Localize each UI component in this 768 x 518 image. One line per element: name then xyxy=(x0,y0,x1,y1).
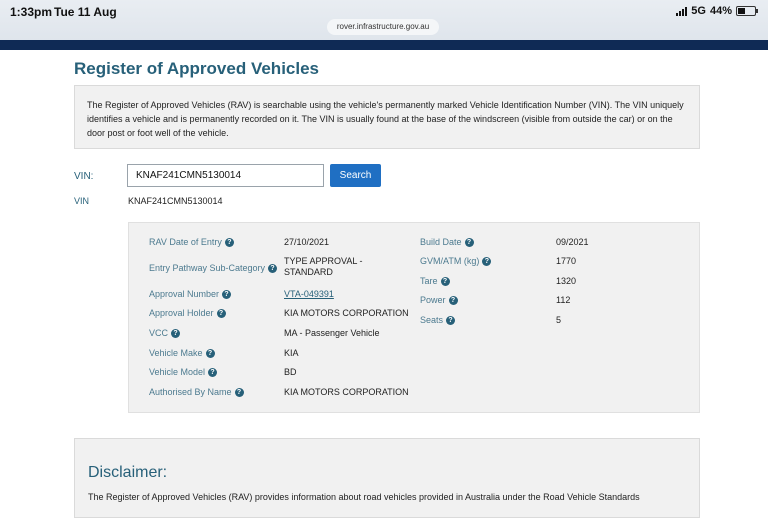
detail-label-authorised-by: Authorised By Name? xyxy=(149,387,244,397)
detail-label-rav-date: RAV Date of Entry? xyxy=(149,237,234,247)
detail-label-vehicle-model: Vehicle Model? xyxy=(149,367,218,377)
detail-label-entry-pathway: Entry Pathway Sub-Category? xyxy=(149,263,278,273)
status-time: 1:33pm xyxy=(10,5,53,19)
status-bar: 1:33pm Tue 11 Aug 5G 44% rover.infrastru… xyxy=(0,0,768,40)
approval-number-link[interactable]: VTA-049391 xyxy=(284,289,334,299)
info-icon[interactable]: ? xyxy=(446,315,456,325)
info-icon[interactable]: ? xyxy=(440,276,450,286)
info-icon[interactable]: ? xyxy=(171,328,181,338)
detail-value-tare: 1320 xyxy=(556,276,577,286)
status-right: 5G 44% xyxy=(676,5,758,17)
info-icon[interactable]: ? xyxy=(224,237,234,247)
detail-value-approval-holder: KIA MOTORS CORPORATION xyxy=(284,308,409,318)
detail-value-vehicle-model: BD xyxy=(284,367,297,377)
detail-label-approval-number: Approval Number? xyxy=(149,289,232,299)
disclaimer-box: Disclaimer: The Register of Approved Veh… xyxy=(74,438,700,518)
address-bar[interactable]: rover.infrastructure.gov.au xyxy=(327,19,439,35)
detail-value-gvm: 1770 xyxy=(556,256,577,266)
battery-icon xyxy=(736,6,758,16)
info-icon[interactable]: ? xyxy=(222,289,232,299)
intro-box: The Register of Approved Vehicles (RAV) … xyxy=(74,85,700,149)
detail-value-entry-pathway: TYPE APPROVAL - STANDARD xyxy=(284,256,363,277)
result-vin-label: VIN xyxy=(74,196,90,206)
detail-value-build-date: 09/2021 xyxy=(556,237,589,247)
page-title: Register of Approved Vehicles xyxy=(74,59,319,78)
detail-value-rav-date: 27/10/2021 xyxy=(284,237,330,247)
network-label: 5G xyxy=(691,5,706,17)
search-button[interactable]: Search xyxy=(330,164,381,187)
vehicle-details-panel: RAV Date of Entry? 27/10/2021 Entry Path… xyxy=(128,222,700,413)
site-banner xyxy=(0,40,768,50)
detail-value-vehicle-make: KIA xyxy=(284,348,299,358)
detail-label-tare: Tare? xyxy=(420,276,450,286)
vin-search-input[interactable] xyxy=(127,164,324,187)
disclaimer-text: The Register of Approved Vehicles (RAV) … xyxy=(88,492,640,502)
detail-label-vcc: VCC? xyxy=(149,328,181,338)
info-icon[interactable]: ? xyxy=(208,367,218,377)
battery-percent: 44% xyxy=(709,5,732,17)
status-date: Tue 11 Aug xyxy=(54,5,117,19)
info-icon[interactable]: ? xyxy=(448,295,458,305)
info-icon[interactable]: ? xyxy=(216,308,226,318)
detail-value-authorised-by: KIA MOTORS CORPORATION xyxy=(284,387,409,397)
detail-value-vcc: MA - Passenger Vehicle xyxy=(284,328,380,338)
detail-value-approval-number: VTA-049391 xyxy=(284,289,334,300)
detail-value-seats: 5 xyxy=(556,315,562,325)
vin-search-label: VIN: xyxy=(74,171,94,182)
detail-value-power: 112 xyxy=(556,295,571,305)
result-vin-value: KNAF241CMN5130014 xyxy=(128,196,223,206)
disclaimer-title: Disclaimer: xyxy=(88,464,168,481)
info-icon[interactable]: ? xyxy=(268,263,278,273)
detail-label-seats: Seats? xyxy=(420,315,456,325)
detail-label-build-date: Build Date? xyxy=(420,237,474,247)
detail-label-power: Power? xyxy=(420,295,458,305)
detail-label-approval-holder: Approval Holder? xyxy=(149,308,226,318)
info-icon[interactable]: ? xyxy=(234,387,244,397)
info-icon[interactable]: ? xyxy=(205,348,215,358)
detail-label-vehicle-make: Vehicle Make? xyxy=(149,348,215,358)
info-icon[interactable]: ? xyxy=(482,256,492,266)
detail-label-gvm: GVM/ATM (kg)? xyxy=(420,256,492,266)
signal-icon xyxy=(676,6,688,16)
info-icon[interactable]: ? xyxy=(464,237,474,247)
